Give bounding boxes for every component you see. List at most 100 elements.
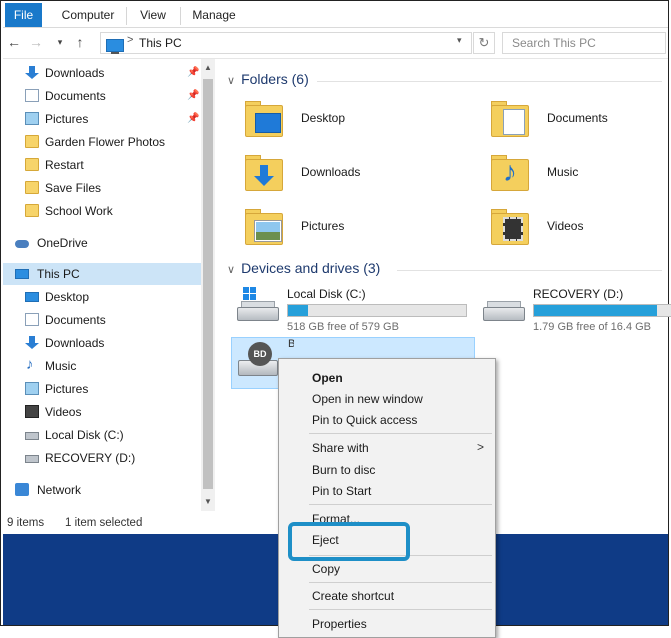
scroll-up-icon[interactable]: ▲	[201, 61, 215, 75]
devices-header-label: Devices and drives (3)	[241, 260, 381, 276]
menu-item-properties[interactable]: Properties	[312, 617, 367, 631]
nav-item-recovery-d[interactable]: RECOVERY (D:)	[3, 447, 201, 469]
collapse-chevron-icon[interactable]: ∨	[227, 264, 235, 276]
nav-item-label: Pictures	[45, 112, 89, 126]
tab-view[interactable]: View	[127, 3, 179, 27]
drive-usage-fill	[534, 305, 657, 316]
tab-manage[interactable]: Manage	[181, 3, 247, 27]
search-input[interactable]: Search This PC	[502, 32, 666, 54]
forward-arrow-icon[interactable]: →	[27, 33, 45, 51]
folder-tile-desktop[interactable]: Desktop	[245, 99, 465, 147]
download-icon	[25, 66, 39, 79]
menu-item-open-new-window[interactable]: Open in new window	[312, 392, 423, 406]
recovery-disk-icon	[483, 301, 525, 321]
refresh-icon[interactable]: ↻	[473, 32, 495, 54]
nav-item-this-pc[interactable]: This PC	[3, 263, 201, 285]
folder-tile-pictures[interactable]: Pictures	[245, 207, 465, 255]
music-icon	[25, 354, 39, 376]
local-disk-icon	[237, 287, 279, 321]
nav-item-garden-flower-photos[interactable]: Garden Flower Photos	[3, 131, 201, 153]
nav-item-save-files[interactable]: Save Files	[3, 177, 201, 199]
collapse-chevron-icon[interactable]: ∨	[227, 75, 235, 87]
drive-usage-bar	[533, 304, 671, 317]
drive-tile-recovery-d[interactable]: RECOVERY (D:) 1.79 GB free of 16.4 GB	[479, 287, 671, 341]
nav-item-label: Videos	[45, 405, 82, 419]
folders-group-header[interactable]: ∨ Folders (6)	[227, 71, 309, 87]
drive-usage-bar	[287, 304, 467, 317]
menu-item-share-with[interactable]: Share with	[312, 441, 369, 455]
nav-item-downloads[interactable]: Downloads 📌	[3, 62, 201, 84]
eject-highlight-box	[288, 522, 410, 561]
documents-folder-icon	[491, 101, 529, 137]
drive-tile-local-disk-c[interactable]: Local Disk (C:) 518 GB free of 579 GB	[233, 287, 473, 341]
nav-item-videos[interactable]: Videos	[3, 401, 201, 423]
menu-separator	[309, 433, 492, 434]
folder-icon	[25, 135, 39, 148]
pictures-icon	[25, 112, 39, 125]
nav-item-pc-documents[interactable]: Documents	[3, 309, 201, 331]
tab-computer[interactable]: Computer	[51, 3, 125, 27]
nav-item-label: OneDrive	[37, 236, 88, 250]
menu-item-burn-to-disc[interactable]: Burn to disc	[312, 463, 375, 477]
back-arrow-icon[interactable]: ←	[5, 33, 23, 51]
tab-file[interactable]: File	[5, 3, 42, 27]
nav-item-desktop[interactable]: Desktop	[3, 286, 201, 308]
scroll-down-icon[interactable]: ▼	[201, 495, 215, 509]
nav-item-pictures[interactable]: Pictures 📌	[3, 108, 201, 130]
breadcrumb-this-pc[interactable]: This PC	[139, 36, 182, 50]
pin-icon[interactable]: 📌	[187, 85, 199, 107]
this-pc-icon	[15, 269, 29, 279]
context-menu: Open Open in new window Pin to Quick acc…	[278, 358, 496, 638]
pin-icon[interactable]: 📌	[187, 108, 199, 130]
address-field[interactable]: > This PC ▾	[100, 32, 472, 54]
nav-item-restart[interactable]: Restart	[3, 154, 201, 176]
menu-separator	[309, 609, 492, 610]
explorer-window: File Computer View Manage ← → ▾ ↑ > This…	[0, 0, 671, 638]
folder-tile-music[interactable]: ♪ Music	[491, 153, 671, 201]
menu-item-pin-quick-access[interactable]: Pin to Quick access	[312, 413, 417, 427]
network-icon	[15, 483, 29, 496]
nav-item-onedrive[interactable]: OneDrive	[3, 232, 201, 254]
nav-item-label: Save Files	[45, 181, 102, 195]
status-selection: 1 item selected	[65, 517, 143, 529]
scroll-thumb[interactable]	[203, 79, 213, 489]
music-folder-icon: ♪	[491, 155, 529, 191]
nav-item-music[interactable]: Music	[3, 354, 201, 377]
menu-item-open[interactable]: Open	[312, 371, 343, 385]
nav-item-network[interactable]: Network	[3, 479, 201, 501]
disk-icon	[25, 432, 39, 440]
breadcrumb-separator: >	[127, 34, 134, 46]
nav-item-label: RECOVERY (D:)	[45, 451, 136, 465]
downloads-folder-icon	[245, 155, 283, 191]
menu-item-create-shortcut[interactable]: Create shortcut	[312, 589, 394, 603]
menu-item-pin-to-start[interactable]: Pin to Start	[312, 484, 371, 498]
nav-item-documents[interactable]: Documents 📌	[3, 85, 201, 107]
folder-label: Downloads	[301, 165, 361, 179]
nav-item-label: Downloads	[45, 336, 105, 350]
folder-tile-documents[interactable]: Documents	[491, 99, 671, 147]
nav-item-label: Local Disk (C:)	[45, 428, 124, 442]
onedrive-cloud-icon	[15, 240, 29, 248]
pin-icon[interactable]: 📌	[187, 62, 199, 84]
nav-item-local-disk-c[interactable]: Local Disk (C:)	[3, 424, 201, 446]
nav-item-label: Pictures	[45, 382, 89, 396]
nav-scrollbar[interactable]: ▲ ▼	[201, 59, 215, 511]
nav-item-pc-downloads[interactable]: Downloads	[3, 332, 201, 354]
folder-tile-downloads[interactable]: Downloads	[245, 153, 465, 201]
recent-locations-chevron-icon[interactable]: ▾	[51, 33, 69, 51]
drive-usage-fill	[288, 305, 308, 316]
folder-tile-videos[interactable]: Videos	[491, 207, 671, 255]
address-dropdown-icon[interactable]: ▾	[457, 35, 462, 46]
folder-icon	[25, 158, 39, 171]
nav-item-school-work[interactable]: School Work	[3, 200, 201, 222]
folder-label: Music	[547, 165, 579, 179]
group-divider	[397, 270, 662, 271]
menu-item-copy[interactable]: Copy	[312, 562, 340, 576]
up-arrow-icon[interactable]: ↑	[71, 33, 89, 51]
folders-header-label: Folders (6)	[241, 71, 309, 87]
nav-item-pc-pictures[interactable]: Pictures	[3, 378, 201, 400]
pictures-icon	[25, 382, 39, 395]
devices-group-header[interactable]: ∨ Devices and drives (3)	[227, 260, 380, 276]
status-item-count: 9 items	[7, 517, 45, 529]
folder-label: Desktop	[301, 111, 346, 125]
